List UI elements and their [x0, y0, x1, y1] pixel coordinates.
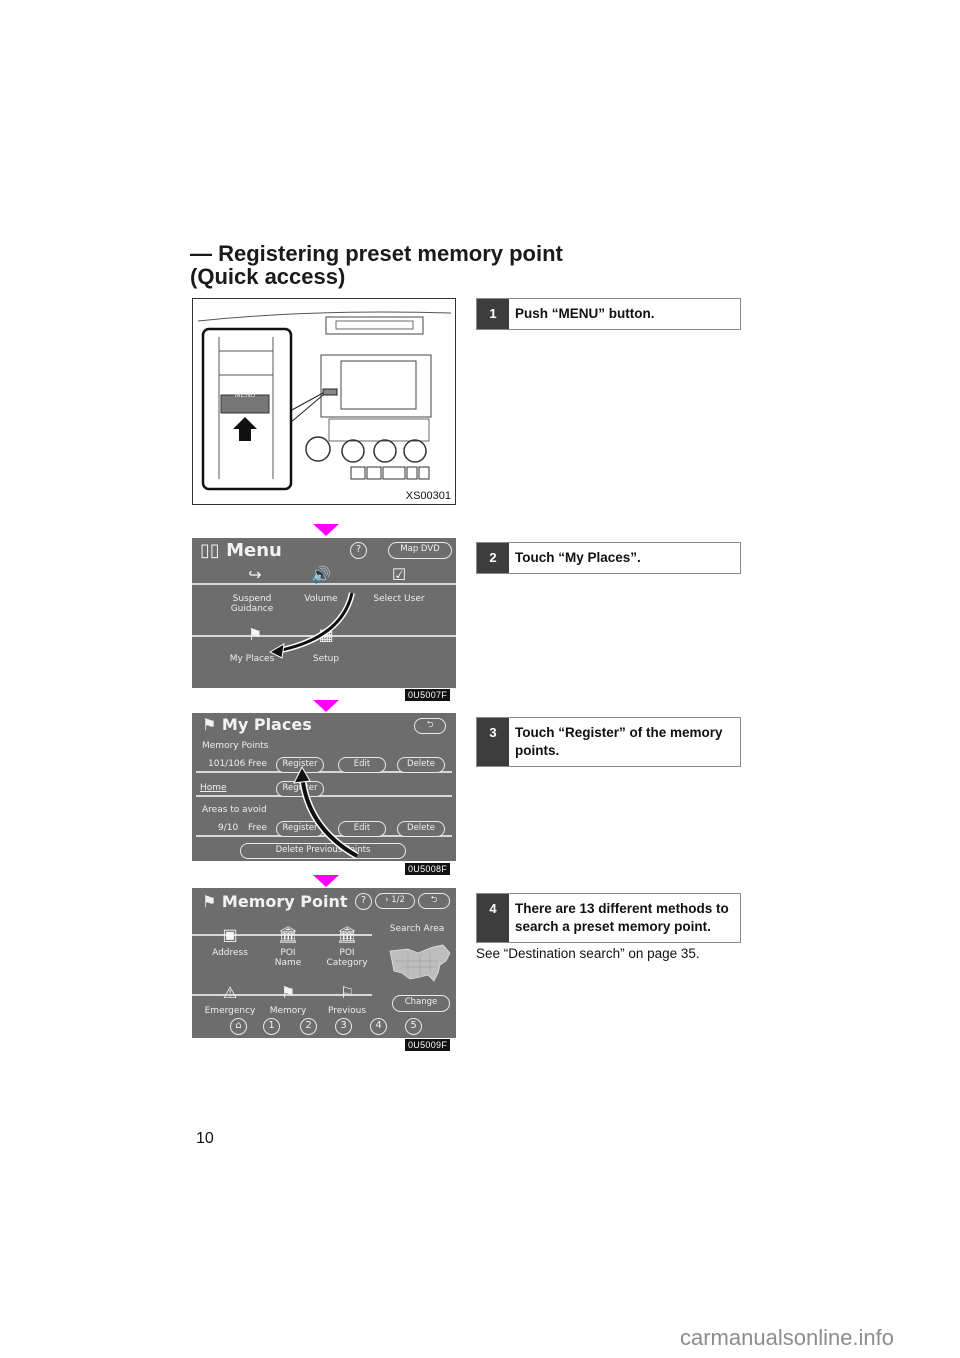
step-text: Push “MENU” button. — [515, 306, 655, 321]
step-text: Touch “My Places”. — [515, 550, 641, 565]
poi-name-icon: 🏛 — [278, 927, 299, 944]
step-number: 1 — [477, 299, 509, 329]
method-previous[interactable]: Previous — [320, 1006, 374, 1016]
memory-point-title: ⚑ Memory Point — [202, 892, 348, 911]
step-4: 4 There are 13 different methods to sear… — [476, 893, 741, 943]
address-icon: ▣ — [222, 927, 238, 944]
chevron-right-icon: › — [385, 895, 389, 905]
preset-5-button[interactable]: 5 — [405, 1018, 422, 1035]
next-page-button[interactable]: › 1/2 — [375, 893, 415, 909]
memory-point-title-text: Memory Point — [221, 892, 348, 911]
step-number: 3 — [477, 718, 509, 766]
preset-3-button[interactable]: 3 — [335, 1018, 352, 1035]
down-arrow-icon — [313, 875, 339, 887]
page-number: 10 — [196, 1130, 214, 1147]
north-america-map-icon — [389, 944, 451, 982]
my-places-screen-figure: ⚑ My Places ⮌ Memory Points 101/106 Free… — [192, 713, 456, 861]
flag-icon: ⚑ — [280, 985, 296, 1002]
step-text: There are 13 different methods to search… — [515, 901, 729, 934]
method-poi-category[interactable]: POI Category — [320, 948, 374, 968]
figure-code: XS00301 — [405, 490, 451, 502]
method-memory[interactable]: Memory — [264, 1006, 312, 1016]
step-number: 2 — [477, 543, 509, 573]
curved-arrow-icon — [268, 592, 355, 659]
help-button[interactable]: ? — [355, 893, 372, 910]
curved-arrow-icon — [293, 765, 359, 860]
memory-point-screen-figure: ⚑ Memory Point ? › 1/2 ⮌ ▣ Address 🏛 POI… — [192, 888, 456, 1038]
previous-icon: ⚐ — [339, 985, 355, 1002]
change-button[interactable]: Change — [392, 995, 450, 1012]
method-address[interactable]: Address — [206, 948, 254, 958]
section-title: — Registering preset memory point (Quick… — [190, 242, 563, 288]
flag-icon: ⚑ — [202, 892, 217, 911]
warning-icon: ⚠ — [222, 985, 238, 1002]
destination-search-note: See “Destination search” on page 35. — [476, 946, 700, 961]
step-3: 3 Touch “Register” of the memory points. — [476, 717, 741, 767]
figure-code: 0U5009F — [405, 1039, 451, 1051]
dashboard-illustration — [197, 311, 452, 491]
poi-category-icon: 🏛 — [337, 927, 358, 944]
step-text: Touch “Register” of the memory points. — [515, 725, 723, 758]
preset-2-button[interactable]: 2 — [300, 1018, 317, 1035]
preset-1-button[interactable]: 1 — [263, 1018, 280, 1035]
back-button[interactable]: ⮌ — [418, 893, 450, 909]
preset-4-button[interactable]: 4 — [370, 1018, 387, 1035]
method-poi-name[interactable]: POI Name — [266, 948, 310, 968]
down-arrow-icon — [313, 700, 339, 712]
search-area-label: Search Area — [389, 924, 445, 934]
section-title-line2: (Quick access) — [190, 264, 346, 289]
home-button[interactable]: ⌂ — [230, 1018, 247, 1035]
menu-button-label: MENU — [234, 392, 256, 399]
dashboard-figure: MENU XS00301 — [192, 298, 456, 505]
page-indicator: 1/2 — [391, 895, 405, 905]
watermark: carmanualsonline.info — [680, 1325, 895, 1350]
down-arrow-icon — [313, 524, 339, 536]
figure-code: 0U5008F — [405, 863, 451, 875]
figure-code: 0U5007F — [405, 689, 451, 701]
step-1: 1 Push “MENU” button. — [476, 298, 741, 330]
step-2: 2 Touch “My Places”. — [476, 542, 741, 574]
method-emergency[interactable]: Emergency — [200, 1006, 260, 1016]
step-number: 4 — [477, 894, 509, 942]
section-title-line1: — Registering preset memory point — [190, 241, 563, 266]
menu-screen-figure: ▯▯ Menu ? Map DVD ↪ Suspend Guidance 🔊 V… — [192, 538, 456, 688]
